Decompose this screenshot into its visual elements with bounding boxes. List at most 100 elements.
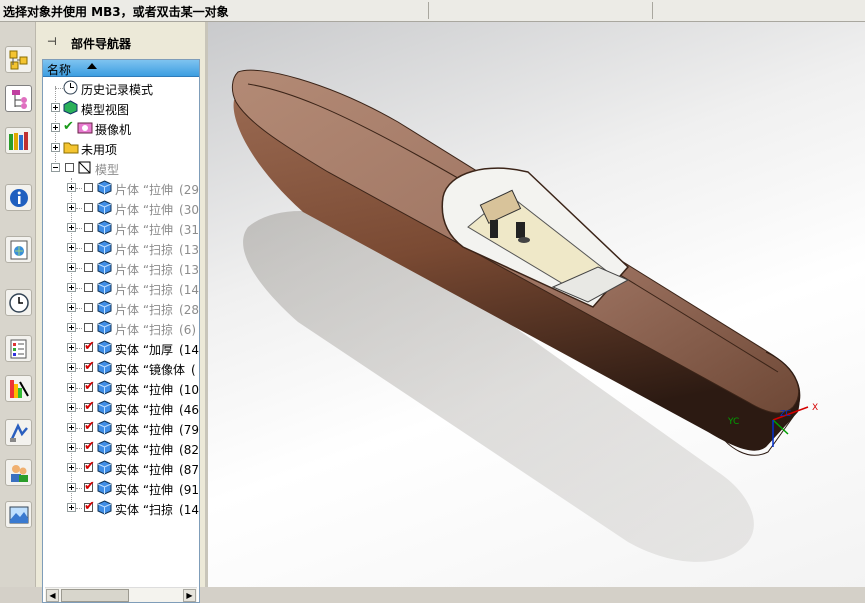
feature-row[interactable]: ✔ 实体 “拉伸 (79 bbox=[43, 418, 199, 438]
scroll-right-icon[interactable]: ▶ bbox=[183, 589, 196, 602]
visibility-checkbox[interactable] bbox=[84, 323, 93, 332]
feature-row[interactable]: 片体 “扫掠 (13 bbox=[43, 238, 199, 258]
check-icon[interactable]: ✔ bbox=[63, 119, 74, 134]
feature-row[interactable]: 片体 “拉伸 (29 bbox=[43, 178, 199, 198]
visibility-checkbox[interactable] bbox=[84, 223, 93, 232]
expand-icon[interactable] bbox=[67, 483, 76, 492]
navigator-tree[interactable]: 名称 历史记录模式 模型视图 ✔ 摄像机 未用项 模型 片体 “拉伸 (29 片体 “拉伸 (30… bbox=[42, 59, 200, 603]
expand-icon[interactable] bbox=[67, 343, 76, 352]
feature-row[interactable]: ✔ 实体 “加厚 (14 bbox=[43, 338, 199, 358]
collapse-icon[interactable] bbox=[51, 163, 60, 172]
check-icon[interactable]: ✔ bbox=[84, 499, 95, 514]
visibility-checkbox[interactable] bbox=[84, 203, 93, 212]
feature-id: (28 bbox=[179, 303, 199, 317]
model-icon bbox=[77, 160, 92, 178]
feature-row[interactable]: ✔ 实体 “拉伸 (10 bbox=[43, 378, 199, 398]
feature-row[interactable]: 片体 “扫掠 (28 bbox=[43, 298, 199, 318]
assembly-navigator-tab[interactable] bbox=[5, 46, 32, 73]
expand-icon[interactable] bbox=[67, 283, 76, 292]
feature-row[interactable]: ✔ 实体 “拉伸 (46 bbox=[43, 398, 199, 418]
tree-item-folder[interactable]: 未用项 bbox=[43, 138, 199, 158]
column-header-name[interactable]: 名称 bbox=[43, 60, 199, 77]
assembly-navigator-icon bbox=[9, 50, 28, 70]
status-message: 选择对象并使用 MB3，或者双击某一对象 bbox=[3, 5, 229, 19]
feature-row[interactable]: ✔ 实体 “拉伸 (82 bbox=[43, 438, 199, 458]
expand-icon[interactable] bbox=[67, 263, 76, 272]
tree-item-model-views[interactable]: 模型视图 bbox=[43, 98, 199, 118]
check-icon[interactable]: ✔ bbox=[84, 419, 95, 434]
system-materials-tab[interactable] bbox=[5, 335, 32, 362]
feature-row[interactable]: 片体 “扫掠 (13 bbox=[43, 258, 199, 278]
visibility-checkbox[interactable] bbox=[84, 263, 93, 272]
reuse-library-tab[interactable] bbox=[5, 127, 32, 154]
palette-icon bbox=[10, 380, 29, 398]
model-view: X YC ZC bbox=[231, 69, 818, 562]
steering-base bbox=[518, 237, 530, 243]
feature-row[interactable]: 片体 “拉伸 (31 bbox=[43, 218, 199, 238]
expand-icon[interactable] bbox=[67, 323, 76, 332]
expand-icon[interactable] bbox=[51, 143, 60, 152]
tree-item-clock[interactable]: 历史记录模式 bbox=[43, 78, 199, 98]
feature-row[interactable]: 片体 “扫掠 (14 bbox=[43, 278, 199, 298]
triad-x-label: X bbox=[812, 403, 818, 413]
expand-icon[interactable] bbox=[67, 403, 76, 412]
feature-row[interactable]: ✔ 实体 “扫掠 (14 bbox=[43, 498, 199, 518]
check-icon[interactable]: ✔ bbox=[84, 439, 95, 454]
expand-icon[interactable] bbox=[67, 223, 76, 232]
navigator-title: 部件导航器 bbox=[71, 37, 132, 51]
process-studio-tab[interactable] bbox=[5, 419, 32, 446]
visibility-checkbox[interactable] bbox=[84, 243, 93, 252]
visibility-checkbox[interactable] bbox=[84, 303, 93, 312]
sort-ascending-icon bbox=[87, 63, 97, 69]
check-icon[interactable]: ✔ bbox=[84, 399, 95, 414]
scroll-left-icon[interactable]: ◀ bbox=[46, 589, 59, 602]
feature-row[interactable]: 片体 “拉伸 (30 bbox=[43, 198, 199, 218]
expand-icon[interactable] bbox=[67, 503, 76, 512]
expand-icon[interactable] bbox=[67, 443, 76, 452]
feature-label: 实体 “拉伸 bbox=[115, 483, 174, 497]
info-tab[interactable] bbox=[5, 184, 32, 211]
expand-icon[interactable] bbox=[67, 243, 76, 252]
visibility-checkbox[interactable] bbox=[84, 283, 93, 292]
visibility-checkbox[interactable] bbox=[84, 183, 93, 192]
feature-row[interactable]: ✔ 实体 “拉伸 (91 bbox=[43, 478, 199, 498]
triad-y-label: YC bbox=[727, 417, 739, 427]
check-icon[interactable]: ✔ bbox=[84, 479, 95, 494]
part-navigator-tab[interactable] bbox=[5, 85, 32, 112]
roles-tab[interactable] bbox=[5, 459, 32, 486]
expand-icon[interactable] bbox=[51, 123, 60, 132]
graphics-window[interactable]: X YC ZC bbox=[208, 22, 865, 587]
feature-row[interactable]: 片体 “扫掠 (6) bbox=[43, 318, 199, 338]
system-scenes-tab[interactable] bbox=[5, 501, 32, 528]
expand-icon[interactable] bbox=[51, 103, 60, 112]
expand-icon[interactable] bbox=[67, 423, 76, 432]
palette-tab[interactable] bbox=[5, 375, 32, 402]
scroll-thumb[interactable] bbox=[61, 589, 129, 602]
expand-icon[interactable] bbox=[67, 363, 76, 372]
system-materials-icon bbox=[10, 339, 27, 359]
body-cube-icon bbox=[97, 320, 112, 338]
check-icon[interactable]: ✔ bbox=[84, 379, 95, 394]
expand-icon[interactable] bbox=[67, 383, 76, 392]
expand-icon[interactable] bbox=[67, 183, 76, 192]
tree-item-camera[interactable]: ✔ 摄像机 bbox=[43, 118, 199, 138]
expand-icon[interactable] bbox=[67, 303, 76, 312]
feature-id: ( bbox=[191, 363, 196, 377]
expand-icon[interactable] bbox=[67, 463, 76, 472]
pin-icon[interactable]: ⊣ bbox=[47, 35, 57, 48]
body-cube-icon bbox=[97, 380, 112, 398]
feature-row[interactable]: ✔ 实体 “镜像体 ( bbox=[43, 358, 199, 378]
body-cube-icon bbox=[97, 360, 112, 378]
tree-item-model[interactable]: 模型 bbox=[43, 158, 199, 178]
expand-icon[interactable] bbox=[67, 203, 76, 212]
web-browser-tab[interactable] bbox=[5, 236, 32, 263]
check-icon[interactable]: ✔ bbox=[84, 459, 95, 474]
history-tab[interactable] bbox=[5, 289, 32, 316]
check-icon[interactable]: ✔ bbox=[84, 359, 95, 374]
clock-icon bbox=[63, 80, 78, 98]
visibility-checkbox[interactable] bbox=[65, 163, 74, 172]
horizontal-scrollbar[interactable]: ◀ ▶ bbox=[45, 587, 197, 602]
check-icon[interactable]: ✔ bbox=[84, 339, 95, 354]
feature-row[interactable]: ✔ 实体 “拉伸 (87 bbox=[43, 458, 199, 478]
feature-label: 片体 “扫掠 bbox=[115, 243, 174, 257]
